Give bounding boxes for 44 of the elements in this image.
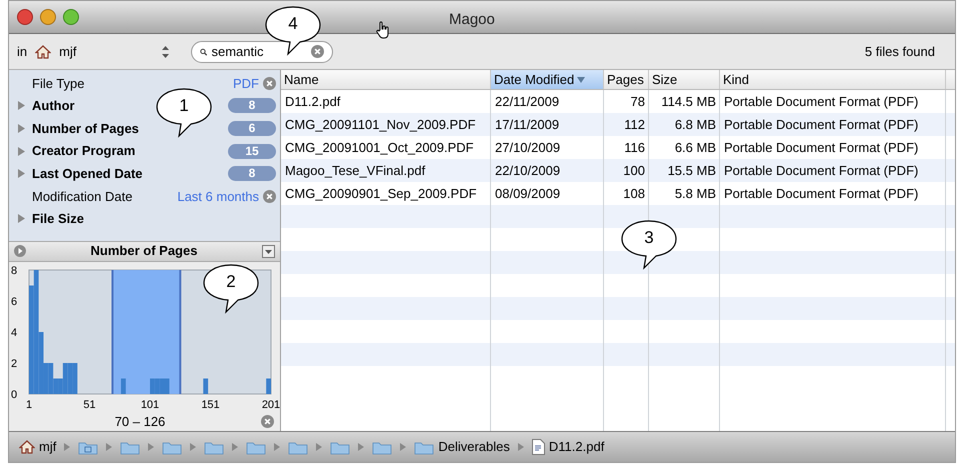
y-tick-label: 4: [11, 326, 18, 338]
range-label: 70 – 126: [114, 412, 166, 430]
table-cell-text: 6.8 MB: [674, 116, 717, 134]
count-badge: 15: [228, 144, 276, 159]
table-cell-text: 78: [630, 92, 646, 111]
table-cell-text: Magoo_Tese_VFinal.pdf: [284, 162, 426, 180]
table-cell-text: Portable Document Format (PDF): [723, 138, 920, 157]
histogram-title: Number of Pages: [90, 242, 198, 260]
table-cell-text: 114.5 MB: [660, 92, 717, 111]
table-cell-text: 108: [622, 184, 646, 203]
count-badge: 6: [228, 120, 276, 136]
x-tick-label: 151: [201, 398, 220, 410]
table-cell-text: 17/11/2009: [494, 116, 560, 134]
x-tick-label: 101: [140, 398, 160, 410]
table-cell-text: Portable Document Format (PDF): [723, 92, 920, 111]
table-cell-text: Portable Document Format (PDF): [723, 116, 920, 134]
table-cell-text: 22/11/2009: [494, 92, 560, 111]
table-cell-text: 100: [622, 162, 646, 180]
table-cell-text: CMG_20091101_Nov_2009.PDF: [284, 116, 477, 134]
table-cell-text: 116: [623, 138, 646, 157]
y-tick-label: 2: [11, 358, 18, 370]
table-cell-text: 5.8 MB: [674, 184, 717, 203]
table-cell-text: 112: [623, 116, 646, 134]
table-cell-text: D11.2.pdf: [284, 92, 342, 111]
table-cell-text: Portable Document Format (PDF): [723, 162, 920, 180]
table-cell-text: 22/10/2009: [494, 162, 562, 180]
table-cell-text: 08/09/2009: [494, 184, 562, 203]
table-cell-text: 27/10/2009: [494, 138, 562, 157]
window-title: Magoo: [449, 10, 495, 30]
result-count: 5 files found: [864, 42, 935, 61]
table-cell-text: 6.6 MB: [674, 138, 717, 157]
table-cell-text: 15.5 MB: [666, 162, 717, 180]
table-cell-text: CMG_20090901_Sep_2009.PDF: [284, 184, 478, 203]
table-cell-text: CMG_20091001_Oct_2009.PDF: [284, 138, 475, 157]
y-tick-label: 0: [11, 388, 18, 400]
table-cell-text: Portable Document Format (PDF): [723, 184, 920, 203]
y-tick-label: 6: [11, 296, 18, 308]
scope-label: in: [17, 42, 28, 61]
count-badge: 8: [228, 166, 276, 182]
x-tick-label: 1: [26, 398, 32, 410]
y-tick-label: 8: [11, 264, 18, 276]
x-tick-label: 51: [83, 398, 96, 410]
x-tick-label: 201: [262, 398, 280, 410]
count-badge: 8: [228, 98, 276, 114]
